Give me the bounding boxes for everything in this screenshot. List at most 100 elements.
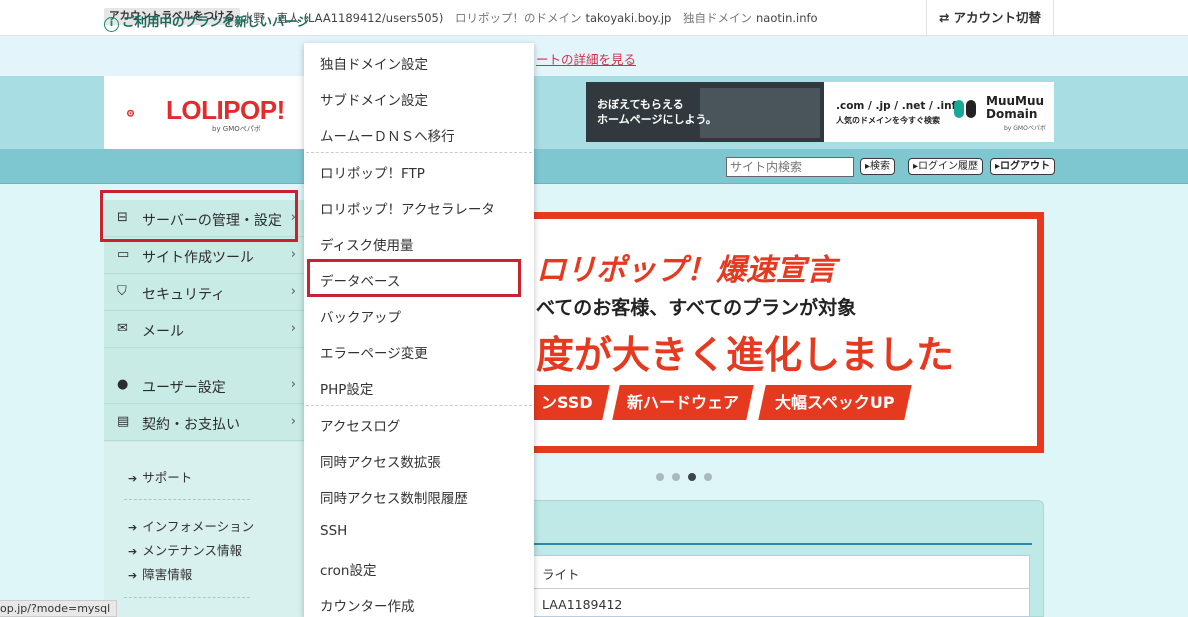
carousel-dot[interactable] xyxy=(672,473,680,481)
arrow-right-icon: ➔ xyxy=(128,521,138,534)
table-row-divider xyxy=(534,588,1030,589)
dropdown-item-error-page[interactable]: エラーページ変更 xyxy=(320,342,428,362)
banner-pill-spec: 大幅スペックUP xyxy=(758,385,912,420)
arrow-right-icon: ➔ xyxy=(128,545,138,558)
sidebar-item-label: サイト作成ツール xyxy=(142,250,254,266)
plan-cell: ライト xyxy=(542,567,580,582)
notice-details-link[interactable]: ートの詳細を見る xyxy=(536,49,636,68)
dropdown-item-access-log[interactable]: アクセスログ xyxy=(320,415,400,435)
arrow-right-icon: ➔ xyxy=(128,472,138,485)
dropdown-item-php-settings[interactable]: PHP設定 xyxy=(320,378,373,398)
carousel-dots xyxy=(656,470,720,485)
custom-domain-label: 独自ドメイン xyxy=(683,11,752,25)
carousel-dot[interactable] xyxy=(704,473,712,481)
chevron-right-icon: › xyxy=(290,414,296,429)
information-link-label: インフォメーション xyxy=(142,519,255,534)
logo-text: LOLIPOP! xyxy=(166,95,285,125)
dropdown-item-custom-domain[interactable]: 独自ドメイン設定 xyxy=(320,53,428,73)
ad-brand-line2: Domain xyxy=(986,107,1038,121)
dropdown-item-subdomain[interactable]: サブドメイン設定 xyxy=(320,89,428,109)
dropdown-item-accelerator[interactable]: ロリポップ！アクセラレータ xyxy=(320,198,495,218)
chevron-right-icon: › xyxy=(290,377,296,392)
card-icon: ▤ xyxy=(117,414,130,429)
dropdown-item-backup[interactable]: バックアップ xyxy=(320,306,401,326)
ad-tlds: .com / .jp / .net / .info xyxy=(836,100,964,112)
search-button-label: 検索 xyxy=(870,161,891,172)
info-icon: i xyxy=(104,17,119,32)
maintenance-link-label: メンテナンス情報 xyxy=(142,543,242,558)
account-switch-label: アカウント切替 xyxy=(953,10,1041,25)
laptop-icon: ▭ xyxy=(117,247,130,262)
user-icon: ● xyxy=(117,377,129,392)
notice-text: i ご利用中のプランを新しいバージ xyxy=(104,11,309,32)
support-link[interactable]: ➔ サポート xyxy=(128,467,192,486)
account-id-cell: LAA1189412 xyxy=(542,597,623,612)
ad-tagline: 人気のドメインを今すぐ検索 xyxy=(836,116,940,125)
search-button[interactable]: ▸検索 xyxy=(860,158,896,175)
dropdown-item-counter[interactable]: カウンター作成 xyxy=(320,595,415,615)
sidebar-item-user-settings[interactable]: ● ユーザー設定 › xyxy=(104,367,304,404)
logo-sub: by GMOペパボ xyxy=(212,125,261,133)
dropdown-item-disk-usage[interactable]: ディスク使用量 xyxy=(320,234,414,254)
divider xyxy=(124,499,250,500)
sidebar-item-label: 契約・お支払い xyxy=(142,417,240,433)
shield-icon: ⛉ xyxy=(117,284,127,299)
dropdown-item-ftp[interactable]: ロリポップ！FTP xyxy=(320,162,425,182)
ad-brand-sub: by GMOペパボ xyxy=(1004,125,1046,132)
login-history-label: ログイン履歴 xyxy=(918,161,979,172)
banner-headline: 度が大きく進化しました xyxy=(536,333,955,377)
sidebar-item-site-tools[interactable]: ▭ サイト作成ツール › xyxy=(104,237,304,274)
custom-domain: naotin.info xyxy=(756,11,818,25)
dropdown-item-concurrent-access[interactable]: 同時アクセス数拡張 xyxy=(320,451,441,471)
status-bar-url: op.jp/?mode=mysql xyxy=(0,600,118,617)
support-link-label: サポート xyxy=(142,470,193,485)
ad-brand: MuuMuu Domain xyxy=(986,95,1044,121)
dropdown-divider xyxy=(306,152,532,153)
banner-pill-label: 大幅スペックUP xyxy=(775,393,895,412)
lolipop-domain-label: ロリポップ！のドメイン xyxy=(454,11,582,25)
notice-message: ご利用中のプランを新しいバージ xyxy=(122,14,310,29)
muumuu-logo-icon xyxy=(954,100,976,118)
highlight-server-menu xyxy=(100,190,298,242)
dropdown-item-access-limit-history[interactable]: 同時アクセス数制限履歴 xyxy=(320,487,468,507)
outage-link-label: 障害情報 xyxy=(142,567,193,582)
divider xyxy=(124,597,250,598)
sidebar-item-billing[interactable]: ▤ 契約・お支払い › xyxy=(104,404,304,441)
logout-label: ログアウト xyxy=(1000,161,1051,172)
banner-pill-hardware: 新ハードウェア xyxy=(612,385,754,420)
site-search-input[interactable] xyxy=(726,157,854,177)
ad-left-line1: おぼえてもらえる xyxy=(597,98,684,111)
dropdown-divider xyxy=(306,405,532,406)
information-link[interactable]: ➔ インフォメーション xyxy=(128,516,254,535)
chevron-right-icon: › xyxy=(290,284,296,299)
maintenance-link[interactable]: ➔ メンテナンス情報 xyxy=(128,540,242,559)
chevron-right-icon: › xyxy=(290,247,296,262)
mail-icon: ✉ xyxy=(117,321,128,336)
login-history-button[interactable]: ▸ログイン履歴 xyxy=(908,158,984,175)
outage-link[interactable]: ➔ 障害情報 xyxy=(128,564,192,583)
carousel-dot-active[interactable] xyxy=(688,473,696,481)
banner-pill-label: ンSSD xyxy=(541,393,593,412)
logout-button[interactable]: ▸ログアウト xyxy=(990,158,1056,175)
highlight-database xyxy=(307,259,521,297)
dropdown-item-ssh[interactable]: SSH xyxy=(320,523,347,539)
account-switch-button[interactable]: ⇄ アカウント切替 xyxy=(926,0,1054,36)
dropdown-item-cron[interactable]: cron設定 xyxy=(320,559,377,579)
banner-subtitle: べてのお客様、すべてのプランが対象 xyxy=(536,297,857,319)
sidebar-item-mail[interactable]: ✉ メール › xyxy=(104,311,304,348)
banner-title: ロリポップ！爆速宣言 xyxy=(536,253,836,288)
banner-pill-label: 新ハードウェア xyxy=(626,393,739,412)
account-id: (LAA1189412/users505) xyxy=(303,11,444,25)
sidebar-item-security[interactable]: ⛉ セキュリティ › xyxy=(104,274,304,311)
lolipop-logo-icon xyxy=(127,109,134,117)
carousel-dot[interactable] xyxy=(656,473,664,481)
ad-left-text: おぼえてもらえる ホームページにしよう。 xyxy=(597,97,717,127)
panel-divider xyxy=(534,543,1032,545)
chevron-right-icon: › xyxy=(290,321,296,336)
arrow-right-icon: ➔ xyxy=(128,569,138,582)
sidebar-item-label: セキュリティ xyxy=(142,287,226,303)
ad-laptop-image xyxy=(700,88,820,138)
sidebar-item-label: メール xyxy=(142,324,184,340)
sidebar-item-label: ユーザー設定 xyxy=(142,380,226,396)
dropdown-item-muumuu-dns[interactable]: ムームーＤＮＳへ移行 xyxy=(320,125,455,145)
